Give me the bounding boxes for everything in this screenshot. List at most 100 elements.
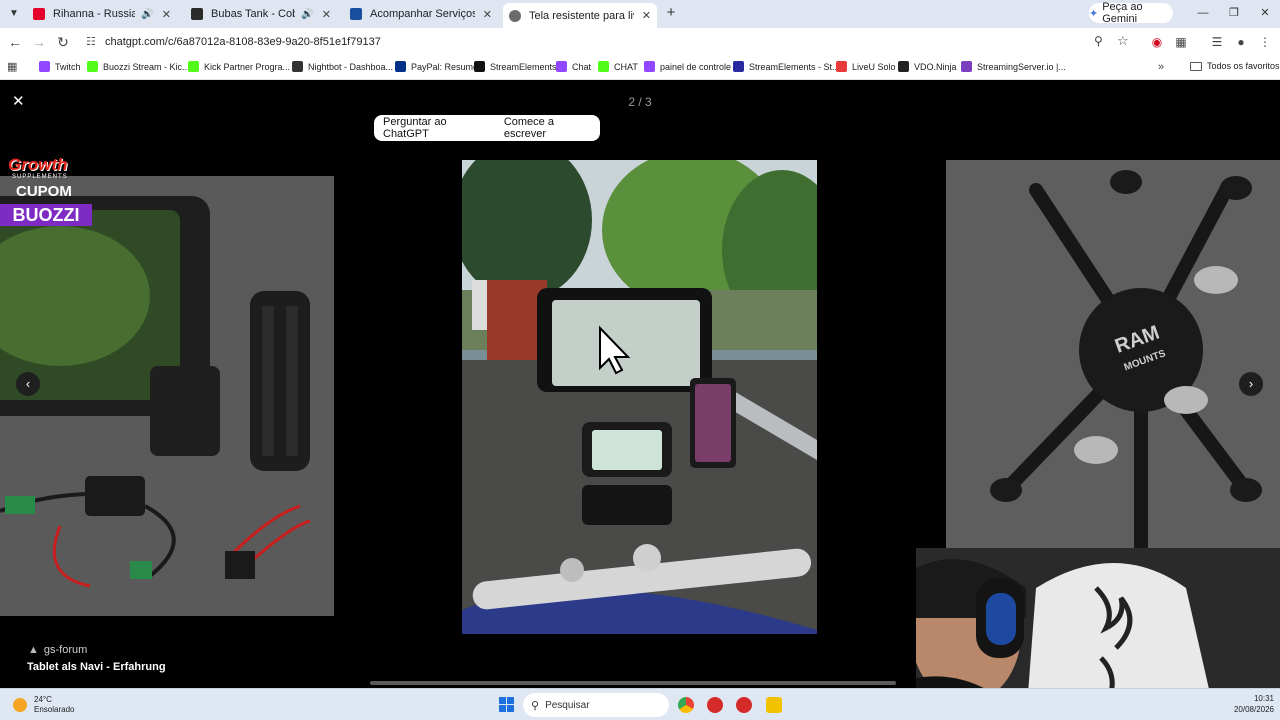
- streamingserver-icon: [961, 61, 972, 72]
- bookmark-item[interactable]: LiveU Solo: [836, 61, 896, 72]
- app-red-icon[interactable]: [707, 697, 723, 713]
- bookmark-item[interactable]: painel de controle: [644, 61, 731, 72]
- next-arrow-icon[interactable]: ›: [1239, 372, 1263, 396]
- promo-line: CUPOM: [16, 183, 72, 200]
- image-source[interactable]: ▲ gs-forum: [28, 644, 87, 656]
- bookmark-item[interactable]: StreamElements: [474, 61, 557, 72]
- bookmark-item[interactable]: StreamingServer.io |...: [961, 61, 1066, 72]
- extensions-puzzle-icon[interactable]: ▦: [1173, 34, 1189, 50]
- profile-avatar-icon[interactable]: ●: [1233, 34, 1249, 50]
- bookmark-label: Kick Partner Progra...: [204, 61, 291, 72]
- tab-title: Bubas Tank - Cobras — Bail: [211, 8, 296, 20]
- site-info-icon[interactable]: ☷: [86, 35, 96, 48]
- twitch-icon: [39, 61, 50, 72]
- bookmark-label: VDO.Ninja: [914, 61, 957, 72]
- tab-3-active[interactable]: Tela resistente para lives ✕: [503, 3, 657, 28]
- all-bookmarks-button[interactable]: Todos os favoritos: [1190, 61, 1280, 71]
- image-title[interactable]: Tablet als Navi - Erfahrung: [27, 661, 166, 673]
- tab-close-icon[interactable]: ✕: [483, 8, 492, 21]
- bookmark-item[interactable]: VDO.Ninja: [898, 61, 957, 72]
- system-clock[interactable]: 10:31 20/08/2026: [1222, 693, 1274, 715]
- promo-code: BUOZZI: [0, 204, 92, 226]
- bookmark-label: PayPal: Resumo: [411, 61, 479, 72]
- selection-actions: Perguntar ao ChatGPT Comece a escrever: [374, 115, 600, 141]
- bookmark-star-icon[interactable]: ☆: [1117, 33, 1129, 49]
- weather-widget[interactable]: 24°C Ensolarado: [13, 695, 74, 715]
- previous-arrow-icon[interactable]: ‹: [16, 372, 40, 396]
- tab-title: Acompanhar Serviços de Veícul: [370, 8, 475, 20]
- tab-search-chevron-icon[interactable]: ▼: [6, 6, 22, 22]
- bookmark-label: LiveU Solo: [852, 61, 896, 72]
- audio-icon[interactable]: 🔊: [301, 9, 313, 20]
- weather-condition: Ensolarado: [34, 705, 75, 714]
- liveu-icon: [836, 61, 847, 72]
- bookmark-label: StreamingServer.io |...: [977, 61, 1066, 72]
- tab-close-icon[interactable]: ✕: [162, 8, 171, 21]
- taskbar-search[interactable]: ⚲ Pesquisar: [523, 693, 669, 717]
- zoom-icon[interactable]: ⚲: [1094, 34, 1103, 48]
- bookmark-item[interactable]: CHAT: [598, 61, 638, 72]
- bookmark-label: Chat: [572, 61, 592, 72]
- close-window-icon[interactable]: ✕: [1257, 5, 1273, 21]
- extension-red-icon[interactable]: ◉: [1149, 34, 1165, 50]
- windows-start-icon[interactable]: [499, 697, 514, 712]
- reading-list-icon[interactable]: ☰: [1209, 34, 1225, 50]
- weather-temp: 24°C: [34, 695, 52, 704]
- address-bar[interactable]: ☷ chatgpt.com/c/6a87012a-8108-83e9-9a20-…: [78, 30, 1140, 54]
- start-writing-button[interactable]: Comece a escrever: [495, 116, 600, 140]
- file-explorer-icon[interactable]: [766, 697, 782, 713]
- bookmarks-overflow-chevron-icon[interactable]: »: [1158, 61, 1164, 73]
- new-tab-plus-icon[interactable]: +: [663, 5, 679, 21]
- sun-icon: [13, 698, 27, 712]
- close-viewer-icon[interactable]: ✕: [12, 92, 25, 110]
- bookmark-item[interactable]: Kick Partner Progra...: [188, 61, 290, 72]
- twitch-icon: [644, 61, 655, 72]
- chrome-icon[interactable]: [678, 697, 694, 713]
- tab-close-icon[interactable]: ✕: [642, 9, 651, 22]
- bookmark-item[interactable]: Buozzi Stream - Kic...: [87, 61, 190, 72]
- bookmark-label: StreamElements - St...: [749, 61, 840, 72]
- bookmark-item[interactable]: StreamElements - St...: [733, 61, 840, 72]
- horizontal-scrollbar[interactable]: [370, 681, 896, 685]
- chatgpt-favicon-icon: [509, 9, 521, 22]
- vdo-ninja-icon: [898, 61, 909, 72]
- all-bookmarks-label: Todos os favoritos: [1207, 61, 1280, 71]
- bookmark-item[interactable]: Chat: [556, 61, 591, 72]
- gemini-button[interactable]: ✦ Peça ao Gemini: [1089, 1, 1173, 25]
- tab-0[interactable]: Rihanna - Russian Roulette 🔊 ✕: [27, 3, 177, 25]
- address-url[interactable]: chatgpt.com/c/6a87012a-8108-83e9-9a20-8f…: [105, 36, 381, 48]
- promo-brand: Growth: [8, 155, 68, 174]
- previous-image[interactable]: [0, 176, 334, 616]
- promo-overlay: Growth SUPPLEMENTS CUPOM BUOZZI: [0, 155, 92, 229]
- ask-chatgpt-button[interactable]: Perguntar ao ChatGPT: [374, 116, 495, 140]
- audio-icon[interactable]: 🔊: [141, 9, 153, 20]
- bookmark-label: painel de controle: [660, 61, 732, 72]
- reload-icon[interactable]: ↻: [54, 33, 72, 51]
- motorcycle-cockpit-photo: [462, 160, 817, 634]
- minimize-icon[interactable]: —: [1195, 5, 1211, 21]
- windows-taskbar: 24°C Ensolarado ⚲ Pesquisar 10:31 20/08/…: [0, 688, 1280, 720]
- apps-grid-icon[interactable]: ▦: [7, 60, 17, 73]
- tab-2[interactable]: Acompanhar Serviços de Veícul ✕: [344, 3, 498, 25]
- bookmark-label: Nightbot - Dashboa...: [308, 61, 394, 72]
- tab-1[interactable]: Bubas Tank - Cobras — Bail 🔊 ✕: [185, 3, 337, 25]
- bookmarks-bar: ▦ Twitch Buozzi Stream - Kic... Kick Par…: [0, 56, 1280, 80]
- tab-strip: ▼ Rihanna - Russian Roulette 🔊 ✕ Bubas T…: [0, 0, 1280, 28]
- forward-arrow-icon[interactable]: →: [30, 33, 48, 51]
- app-red-icon-2[interactable]: [736, 697, 752, 713]
- restore-icon[interactable]: ❐: [1226, 5, 1242, 21]
- back-arrow-icon[interactable]: ←: [6, 33, 24, 51]
- menu-kebab-icon[interactable]: ⋮: [1257, 34, 1273, 50]
- image-counter: 2 / 3: [628, 95, 652, 109]
- streamelements-icon: [474, 61, 485, 72]
- folder-icon: [1190, 61, 1202, 71]
- bookmark-item[interactable]: PayPal: Resumo: [395, 61, 478, 72]
- bookmark-label: Twitch: [55, 61, 81, 72]
- gemini-label: Peça ao Gemini: [1102, 1, 1143, 25]
- mount-kit-photo: [0, 176, 334, 616]
- tab-close-icon[interactable]: ✕: [322, 8, 331, 21]
- bookmark-label: Buozzi Stream - Kic...: [103, 61, 190, 72]
- bookmark-item[interactable]: Nightbot - Dashboa...: [292, 61, 393, 72]
- kick-icon: [87, 61, 98, 72]
- bookmark-item[interactable]: Twitch: [39, 61, 81, 72]
